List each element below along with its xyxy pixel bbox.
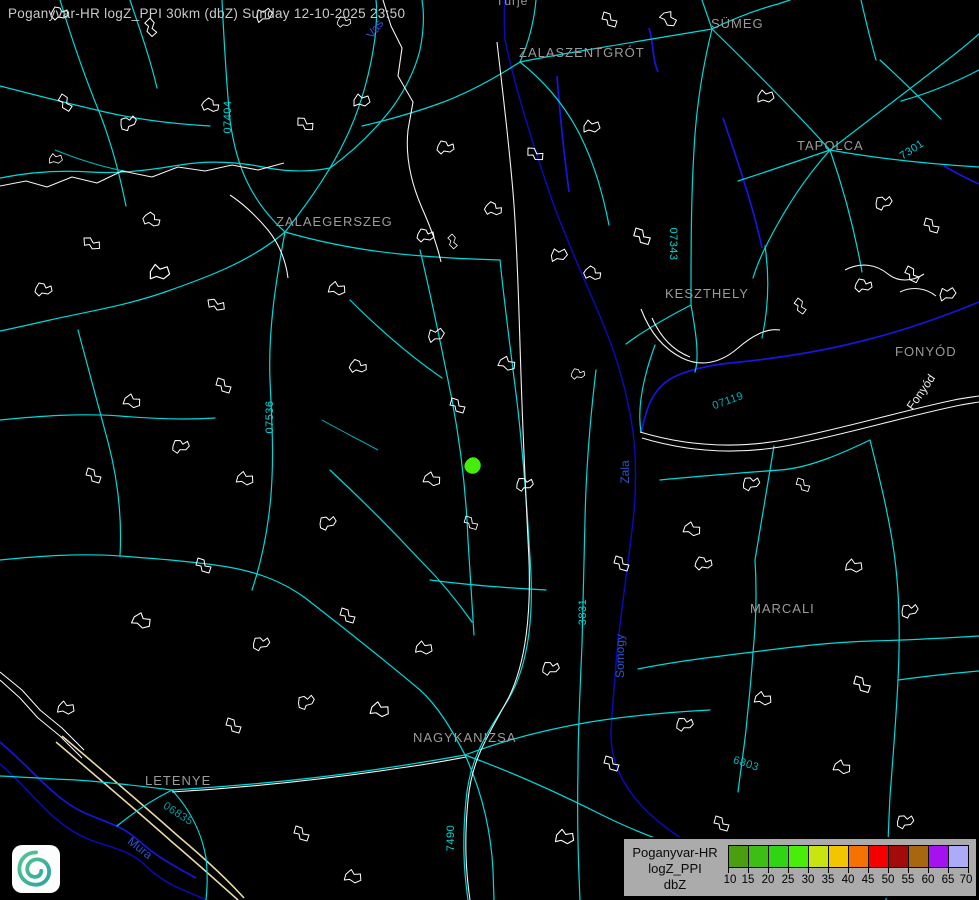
road-label: 07343 <box>667 227 679 260</box>
tick-label: 60 <box>922 874 935 886</box>
legend-swatch <box>748 845 769 868</box>
dbz-color-scale: 10 15 20 25 30 35 40 45 50 55 60 65 70 <box>728 845 972 887</box>
town-label: SÜMEG <box>711 16 764 31</box>
legend-swatch <box>948 845 969 868</box>
town-label: MARCALI <box>750 601 815 616</box>
color-swatches <box>728 845 972 868</box>
echo-blob <box>464 457 480 474</box>
legend-swatch <box>828 845 849 868</box>
tick-label: 45 <box>862 874 875 886</box>
tick-label: 70 <box>960 874 973 886</box>
legend-swatch <box>868 845 889 868</box>
tick-label: 55 <box>902 874 915 886</box>
road-label: 7490 <box>445 825 457 851</box>
legend-swatch <box>788 845 809 868</box>
legend-swatch <box>928 845 949 868</box>
tick-label: 35 <box>822 874 835 886</box>
tick-labels: 10 15 20 25 30 35 40 45 50 55 60 65 70 <box>728 873 972 887</box>
tick-label: 30 <box>802 874 815 886</box>
roads-layer <box>0 0 979 900</box>
legend-swatch <box>808 845 829 868</box>
rivers-layer <box>0 0 979 900</box>
town-label: ZALASZENTGRÓT <box>519 45 645 60</box>
legend-swatch <box>888 845 909 868</box>
boundaries-layer <box>0 0 979 900</box>
legend-caption: Poganyvar-HR logZ_PPI dbZ <box>630 845 720 893</box>
legend-swatch <box>908 845 929 868</box>
dbz-legend: Poganyvar-HR logZ_PPI dbZ <box>622 837 978 898</box>
town-label: NAGYKANIZSA <box>413 730 516 745</box>
radar-viewer: Türje ZALASZENTGRÓT SÜMEG TAPOLCA ZALAEG… <box>0 0 979 900</box>
legend-radar-name: Poganyvar-HR <box>630 845 720 861</box>
met-logo[interactable] <box>12 845 60 893</box>
tick-label: 40 <box>842 874 855 886</box>
town-label: TAPOLCA <box>797 138 864 153</box>
tick-label: 10 <box>724 874 737 886</box>
tick-label: 15 <box>742 874 755 886</box>
legend-swatch <box>848 845 869 868</box>
road-label: 3831 <box>577 599 589 625</box>
spiral-radar-icon <box>15 848 57 890</box>
tick-label: 65 <box>942 874 955 886</box>
river-label: Somogy <box>613 634 627 678</box>
town-label: Türje <box>496 0 528 8</box>
road-label: 07404 <box>222 100 234 133</box>
river-label: Zala <box>618 460 632 483</box>
legend-product-name: logZ_PPI <box>630 861 720 877</box>
tick-label: 20 <box>762 874 775 886</box>
town-label: ZALAEGERSZEG <box>276 214 393 229</box>
legend-swatch <box>768 845 789 868</box>
town-label: KESZTHELY <box>665 286 749 301</box>
tick-label: 25 <box>782 874 795 886</box>
town-label: FONYÓD <box>895 344 957 359</box>
precipitation-echo <box>464 457 480 474</box>
map-title: Poganyvar-HR logZ_PPI 30km (dbZ) Sunday … <box>8 6 405 21</box>
legend-unit: dbZ <box>630 877 720 893</box>
motorway-layer <box>56 736 244 900</box>
town-label: LETENYE <box>145 773 211 788</box>
road-label: 07536 <box>264 400 276 433</box>
tick-label: 50 <box>882 874 895 886</box>
radar-map <box>0 0 979 900</box>
legend-swatch <box>728 845 749 868</box>
